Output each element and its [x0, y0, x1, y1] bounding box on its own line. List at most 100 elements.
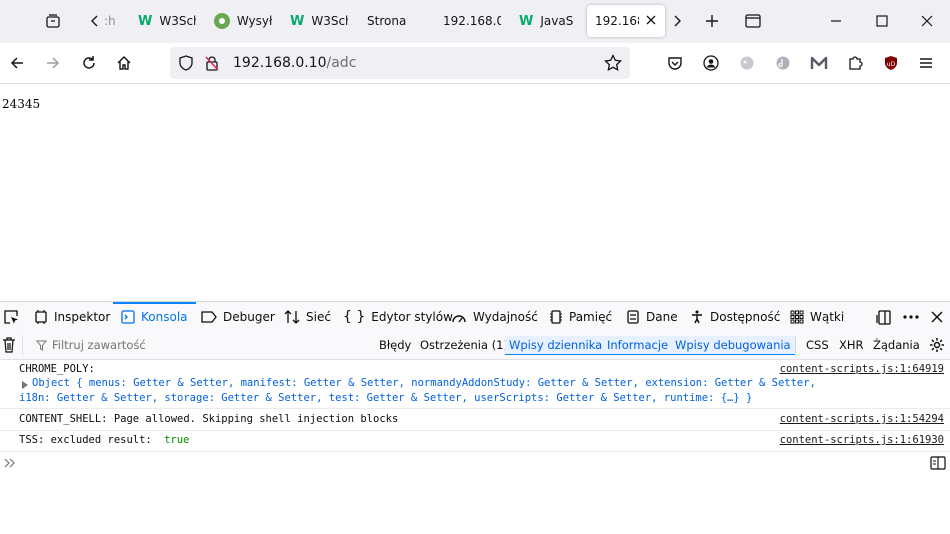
scroll-tabs-left-icon[interactable]	[84, 10, 106, 32]
tab[interactable]: 192.168.0.1	[443, 5, 501, 37]
close-window-icon[interactable]	[916, 10, 938, 32]
divider	[795, 337, 796, 354]
tab-dane[interactable]: Dane	[626, 302, 678, 332]
tab-inspektor[interactable]: Inspektor	[34, 302, 110, 332]
svg-text:uD: uD	[887, 61, 896, 68]
url-text[interactable]: 192.168.0.10/adc	[233, 55, 356, 71]
tab-label: Strona	[367, 14, 407, 28]
close-devtools-icon[interactable]	[931, 302, 943, 332]
list-all-tabs-icon[interactable]	[742, 10, 764, 32]
console-source-link[interactable]: content-scripts.js:1:61930	[780, 434, 944, 446]
console-message: CHROME_POLY: Object { menus: Getter & Se…	[0, 360, 950, 409]
tab-edytor-stylow[interactable]: { } Edytor stylów	[343, 302, 453, 332]
minimize-icon[interactable]	[825, 10, 847, 32]
new-tab-icon[interactable]	[701, 10, 723, 32]
tab-watki[interactable]: Wątki	[790, 302, 844, 332]
filter-debug[interactable]: Wpisy debugowania	[671, 336, 795, 355]
memory-icon	[550, 310, 562, 324]
tab-pamiec[interactable]: Pamięć	[549, 302, 612, 332]
tab-debuger[interactable]: Debuger	[201, 302, 275, 332]
filter-info[interactable]: Informacje	[603, 336, 673, 355]
reload-icon[interactable]	[78, 52, 100, 74]
tab-label: Debuger	[223, 310, 275, 324]
element-picker-icon[interactable]	[0, 302, 22, 332]
console-input[interactable]	[20, 454, 900, 472]
address-bar[interactable]: 192.168.0.10/adc	[170, 47, 630, 79]
console-source-link[interactable]: content-scripts.js:1:54294	[780, 413, 944, 425]
tab-konsola[interactable]: Konsola	[113, 302, 196, 332]
bookmark-star-icon[interactable]	[604, 53, 622, 75]
firefox-view-icon[interactable]	[42, 10, 64, 32]
console-message: CONTENT_SHELL: Page allowed. Skipping sh…	[0, 409, 950, 431]
pocket-icon[interactable]	[664, 52, 686, 74]
tab-label: 192.168.0.1	[443, 14, 501, 28]
ublock-origin-icon[interactable]: uD	[880, 52, 902, 74]
console-object-preview-cont[interactable]: i18n: Getter & Setter, storage: Getter &…	[19, 392, 752, 404]
filter-input[interactable]: Filtruj zawartość	[36, 336, 146, 354]
tab-label: W3Sch	[311, 14, 348, 28]
tab-label: Edytor stylów	[371, 310, 453, 324]
console-source-link[interactable]: content-scripts.js:1:64919	[780, 363, 944, 375]
console-filter-bar: Filtruj zawartość Błędy Ostrzeżenia (1) …	[0, 332, 950, 360]
back-icon[interactable]	[6, 52, 28, 74]
console-prompt-chevron-icon	[4, 457, 16, 471]
performance-icon	[452, 315, 466, 323]
storage-icon	[627, 310, 639, 324]
more-options-icon[interactable]	[903, 302, 919, 332]
extensions-puzzle-icon[interactable]	[844, 52, 866, 74]
home-icon[interactable]	[113, 52, 135, 74]
tab-wydajnosc[interactable]: Wydajność	[451, 302, 538, 332]
dock-side-icon[interactable]	[876, 302, 892, 332]
expand-triangle-icon[interactable]	[22, 380, 28, 392]
tab[interactable]: W JavaSc	[519, 5, 574, 37]
w3schools-icon: W	[290, 13, 305, 29]
tab-dostepnosc[interactable]: Dostępność	[690, 302, 780, 332]
console-object-preview[interactable]: Object { menus: Getter & Setter, manifes…	[32, 377, 816, 389]
url-path: /adc	[326, 55, 357, 71]
devtools-toolbar: Inspektor Konsola Debuger Sieć { } Edyto…	[0, 301, 950, 333]
filter-xhr[interactable]: XHR	[839, 336, 864, 354]
tab-label: Inspektor	[54, 310, 111, 324]
tab[interactable]: W W3Sch	[138, 5, 196, 37]
console-message: TSS: excluded result: true content-scrip…	[0, 431, 950, 452]
filter-warnings[interactable]: Ostrzeżenia (1)	[420, 336, 508, 354]
tab-siec[interactable]: Sieć	[284, 302, 331, 332]
page-body-text: 24345	[2, 97, 41, 111]
filter-errors[interactable]: Błędy	[379, 336, 411, 354]
tab[interactable]: :h	[104, 5, 118, 37]
url-host: 192.168.0.10	[233, 55, 327, 71]
tab-label: Pamięć	[569, 310, 613, 324]
filter-requests[interactable]: Żądania	[873, 336, 920, 354]
tab[interactable]: W W3Sch	[290, 5, 348, 37]
app-menu-icon[interactable]	[915, 52, 937, 74]
tracking-protection-shield-icon[interactable]	[178, 55, 194, 74]
extension-m-icon[interactable]	[808, 52, 830, 74]
tab-label: Wątki	[810, 310, 845, 324]
tab-label: Wydajność	[473, 310, 538, 324]
scroll-tabs-right-icon[interactable]	[666, 10, 688, 32]
filter-css[interactable]: CSS	[806, 336, 829, 354]
close-tab-icon[interactable]	[646, 14, 656, 28]
editor-mode-toggle-icon[interactable]	[930, 456, 946, 473]
tab-active[interactable]: 192.168.	[587, 5, 665, 37]
tab-label: 192.168.	[595, 14, 639, 28]
extension-icon[interactable]	[736, 52, 758, 74]
w3schools-icon: W	[519, 13, 534, 29]
tab[interactable]: Wysył	[214, 5, 272, 37]
navigation-toolbar: 192.168.0.10/adc uD	[0, 43, 950, 84]
tab-label: Dostępność	[710, 310, 781, 324]
debugger-icon	[201, 311, 217, 323]
console-boolean-value: true	[164, 434, 190, 446]
console-message-text: CONTENT_SHELL: Page allowed. Skipping sh…	[19, 413, 399, 425]
insecure-lock-icon[interactable]	[204, 55, 220, 74]
maximize-icon[interactable]	[871, 10, 893, 32]
console-input-row[interactable]	[0, 451, 950, 475]
filter-logs[interactable]: Wpisy dziennika	[505, 336, 607, 355]
tab[interactable]: Strona	[367, 5, 415, 37]
extension-icon[interactable]	[772, 52, 794, 74]
tab-label: W3Sch	[159, 14, 196, 28]
account-icon[interactable]	[700, 52, 722, 74]
console-settings-gear-icon[interactable]	[929, 336, 945, 354]
clear-console-trash-icon[interactable]	[2, 336, 16, 354]
forward-icon[interactable]	[42, 52, 64, 74]
